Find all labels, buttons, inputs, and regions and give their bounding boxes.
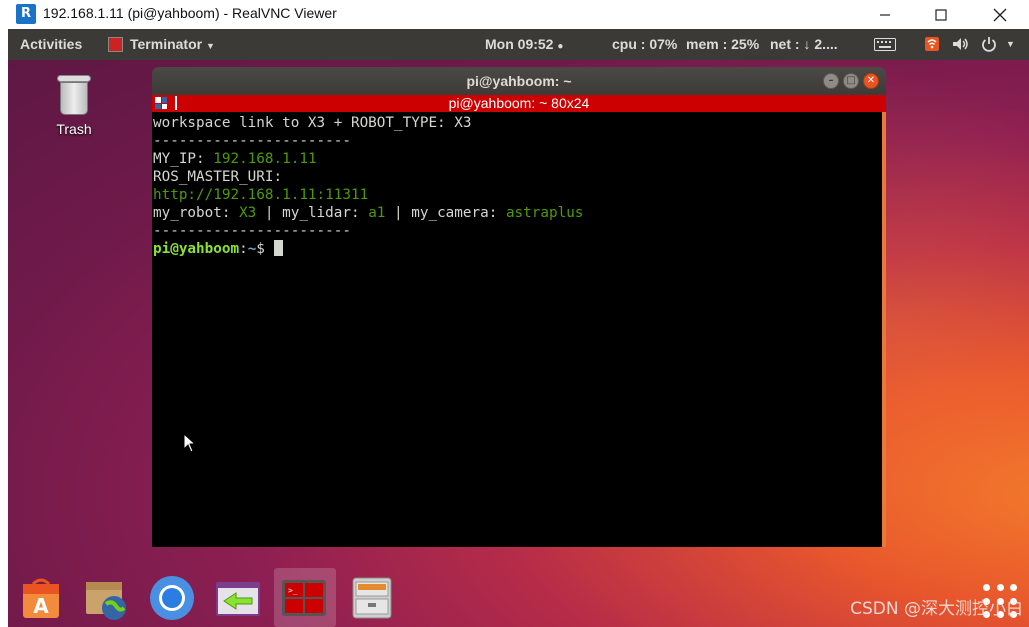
minimize-button[interactable] bbox=[857, 0, 913, 29]
file-cabinet-icon[interactable] bbox=[348, 574, 396, 622]
trash-desktop-icon[interactable]: Trash bbox=[46, 75, 102, 137]
app-menu-label: Terminator bbox=[130, 36, 203, 52]
terminator-window[interactable]: pi@yahboom: ~ – □ ✕ pi@yahboom: ~ 80x24 … bbox=[152, 67, 886, 547]
terminal-line: MY_IP: 192.168.1.11 bbox=[153, 150, 882, 168]
cpu-indicator[interactable]: cpu : 07% bbox=[612, 36, 677, 52]
lidar-label: | my_lidar: bbox=[256, 205, 369, 221]
robot-label: my_robot: bbox=[153, 205, 240, 221]
text-cursor bbox=[273, 240, 283, 256]
app-menu-button[interactable]: Terminator ▼ bbox=[130, 36, 215, 52]
prompt-line[interactable]: pi@yahboom:~$ bbox=[153, 240, 882, 258]
system-menu-arrow-icon[interactable]: ▼ bbox=[1006, 39, 1015, 49]
notification-dot-icon: ● bbox=[557, 41, 564, 52]
vnc-window-title: 192.168.1.11 (pi@yahboom) - RealVNC View… bbox=[43, 5, 337, 21]
lidar-value: a1 bbox=[368, 205, 386, 221]
robot-value: X3 bbox=[239, 205, 257, 221]
close-icon bbox=[993, 8, 1007, 21]
close-button[interactable] bbox=[972, 0, 1028, 29]
power-icon[interactable] bbox=[981, 36, 997, 55]
terminal-line: my_robot: X3 | my_lidar: a1 | my_camera:… bbox=[153, 204, 882, 222]
terminal-output[interactable]: workspace link to X3 + ROBOT_TYPE: X3 --… bbox=[152, 112, 882, 547]
trash-icon bbox=[57, 75, 91, 115]
terminator-app-icon bbox=[108, 37, 123, 52]
tab-separator bbox=[175, 96, 177, 110]
terminal-close-button[interactable]: ✕ bbox=[863, 73, 879, 89]
activities-button[interactable]: Activities bbox=[20, 36, 82, 52]
terminal-line: workspace link to X3 + ROBOT_TYPE: X3 bbox=[153, 115, 472, 131]
minimize-icon bbox=[880, 13, 890, 16]
ros-master-label: ROS_MASTER_URI: bbox=[153, 169, 283, 185]
camera-label: | my_camera: bbox=[385, 205, 506, 221]
separator-line: ----------------------- bbox=[153, 223, 351, 239]
ip-label: MY_IP: bbox=[153, 151, 214, 167]
terminator-icon[interactable]: >_ bbox=[280, 574, 328, 622]
terminal-window-title: pi@yahboom: ~ bbox=[466, 73, 572, 89]
prompt-path: ~ bbox=[247, 241, 257, 257]
terminal-titlebar[interactable]: pi@yahboom: ~ – □ ✕ bbox=[152, 67, 886, 95]
ubuntu-desktop: Activities Terminator ▼ Mon 09:52 ● cpu … bbox=[8, 29, 1029, 627]
keyboard-icon[interactable] bbox=[874, 38, 896, 54]
separator-line: ----------------------- bbox=[153, 133, 351, 149]
remote-desktop-icon[interactable] bbox=[214, 574, 262, 622]
volume-icon[interactable] bbox=[952, 36, 970, 55]
maximize-icon bbox=[935, 8, 947, 21]
ip-value: 192.168.1.11 bbox=[213, 151, 317, 167]
terminal-tab-bar[interactable]: pi@yahboom: ~ 80x24 bbox=[152, 95, 886, 112]
prompt-dollar: $ bbox=[256, 241, 274, 257]
svg-text:A: A bbox=[33, 594, 49, 618]
maximize-button[interactable] bbox=[913, 0, 969, 29]
camera-value: astraplus bbox=[505, 205, 584, 221]
realvnc-logo-icon: R bbox=[16, 4, 36, 24]
top-panel: Activities Terminator ▼ Mon 09:52 ● cpu … bbox=[8, 29, 1029, 60]
prompt-colon: : bbox=[239, 241, 248, 257]
network-icon[interactable] bbox=[924, 36, 940, 55]
network-files-icon[interactable] bbox=[82, 574, 130, 622]
terminal-tab-title: pi@yahboom: ~ 80x24 bbox=[448, 95, 590, 111]
chromium-icon[interactable] bbox=[148, 574, 196, 622]
clock-label: Mon 09:52 bbox=[485, 36, 554, 52]
vnc-window-titlebar: R 192.168.1.11 (pi@yahboom) - RealVNC Vi… bbox=[0, 0, 1029, 29]
svg-text:>_: >_ bbox=[288, 586, 298, 595]
net-indicator[interactable]: net : ↓ 2.... bbox=[770, 36, 838, 52]
terminal-scrollbar[interactable] bbox=[882, 112, 886, 547]
trash-label: Trash bbox=[56, 121, 92, 137]
prompt-user: pi@yahboom bbox=[153, 241, 240, 257]
software-center-icon[interactable]: A bbox=[17, 574, 65, 622]
dropdown-arrow-icon: ▼ bbox=[205, 41, 215, 51]
clock[interactable]: Mon 09:52 ● bbox=[485, 36, 563, 52]
ros-master-value: http://192.168.1.11:11311 bbox=[153, 187, 369, 203]
mem-indicator[interactable]: mem : 25% bbox=[686, 36, 759, 52]
csdn-watermark: CSDN @深大测控小白 bbox=[850, 599, 1023, 619]
terminal-maximize-button[interactable]: □ bbox=[843, 73, 859, 89]
terminator-tab-icon bbox=[155, 97, 167, 109]
mouse-pointer-icon bbox=[183, 433, 196, 453]
terminal-minimize-button[interactable]: – bbox=[823, 73, 839, 89]
